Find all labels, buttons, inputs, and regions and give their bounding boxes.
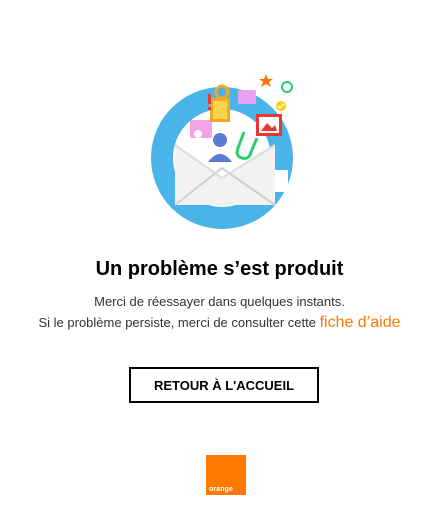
error-message-line-1: Merci de réessayer dans quelques instant… [94, 294, 345, 309]
help-sheet-link[interactable]: fiche d’aide [320, 314, 401, 331]
error-message-line-2: Si le problème persiste, merci de consul… [0, 314, 439, 332]
orange-logo: orange [206, 455, 246, 495]
envelope-illustration-icon [150, 70, 300, 230]
error-message-line-2-text: Si le problème persiste, merci de consul… [38, 315, 320, 330]
error-title: Un problème s’est produit [95, 258, 344, 280]
back-to-home-button[interactable]: RETOUR À L'ACCUEIL [129, 367, 319, 403]
orange-logo-text: orange [209, 486, 233, 493]
back-to-home-button-label: RETOUR À L'ACCUEIL [153, 377, 295, 393]
